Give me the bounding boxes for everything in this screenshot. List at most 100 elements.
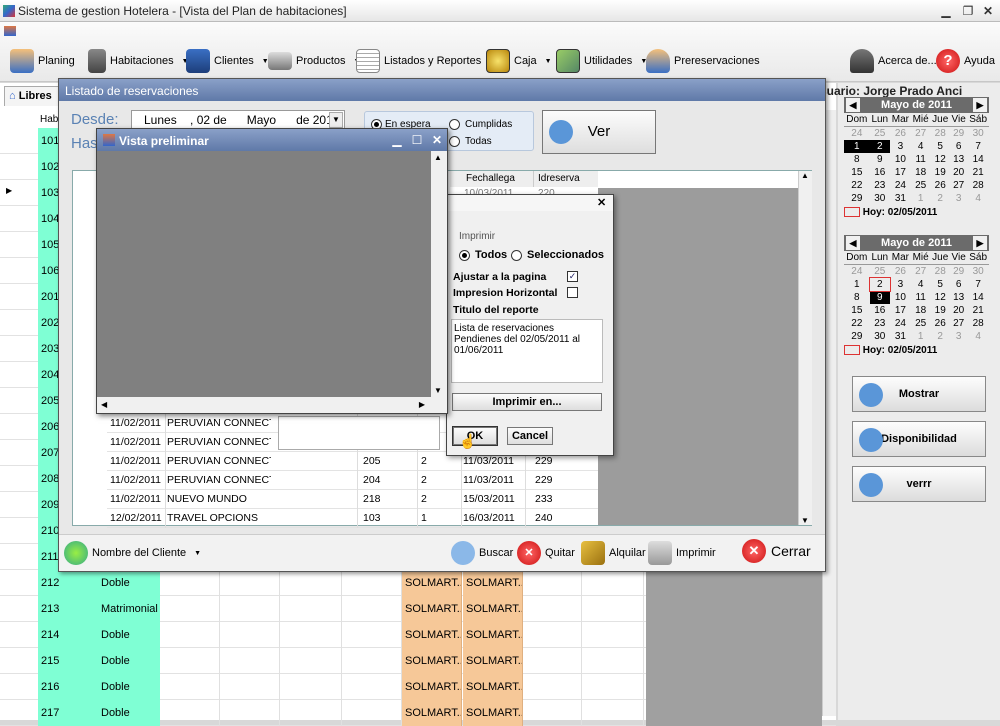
calendar-day[interactable]: 3 bbox=[890, 140, 911, 153]
radio-seleccionados[interactable]: Seleccionados bbox=[511, 249, 604, 261]
toolbar-utilidades[interactable]: Utilidades ▼ bbox=[556, 46, 647, 76]
plan-cell[interactable] bbox=[522, 700, 582, 726]
imprimir-button[interactable]: Imprimir bbox=[648, 541, 716, 565]
calendar-day[interactable]: 3 bbox=[950, 330, 967, 343]
reservation-cell[interactable]: SOLMART... bbox=[463, 570, 523, 596]
table-row[interactable]: 212 Doble SOLMART... SOLMART... bbox=[0, 570, 836, 596]
toolbar-planing[interactable]: Planing bbox=[10, 46, 75, 76]
plan-cell[interactable] bbox=[584, 648, 644, 674]
calendar-day[interactable]: 5 bbox=[930, 278, 950, 291]
close-icon[interactable]: ✕ bbox=[597, 196, 606, 209]
scroll-up-icon[interactable]: ▲ bbox=[434, 153, 442, 162]
plan-cell[interactable] bbox=[584, 596, 644, 622]
calendar-day[interactable]: 29 bbox=[844, 330, 870, 343]
tab-libres[interactable]: ⌂ Libres bbox=[4, 86, 60, 106]
calendar-day[interactable]: 26 bbox=[890, 127, 911, 141]
calendar-day[interactable]: 28 bbox=[967, 317, 989, 330]
toolbar-prereservaciones[interactable]: Prereservaciones bbox=[646, 46, 760, 76]
calendar-1[interactable]: ◀ Mayo de 2011 ▶ Dom Lun Mar Mié Jue Vie Sáb 24 25… bbox=[844, 97, 989, 218]
reservation-cell[interactable]: SOLMART... bbox=[463, 648, 523, 674]
quitar-button[interactable]: ✕ Quitar bbox=[517, 541, 575, 565]
calendar-day[interactable]: 15 bbox=[844, 304, 870, 317]
radio-todas[interactable]: Todas bbox=[449, 136, 492, 147]
calendar-day[interactable]: 17 bbox=[890, 166, 911, 179]
room-number[interactable]: 214 bbox=[38, 622, 98, 648]
calendar-day[interactable]: 7 bbox=[967, 140, 989, 153]
close-icon[interactable]: ✕ bbox=[978, 3, 998, 19]
table-row[interactable]: 214 Doble SOLMART... SOLMART... bbox=[0, 622, 836, 648]
calendar-day[interactable]: 12 bbox=[930, 291, 950, 304]
plan-cell[interactable] bbox=[160, 596, 220, 622]
calendar-day[interactable]: 14 bbox=[967, 153, 989, 166]
plan-cell[interactable] bbox=[160, 648, 220, 674]
reservation-cell[interactable]: SOLMART... bbox=[402, 622, 462, 648]
plan-cell[interactable] bbox=[522, 596, 582, 622]
calendar-day[interactable]: 23 bbox=[870, 179, 890, 192]
toolbar-habitaciones[interactable]: Habitaciones▼ bbox=[88, 46, 189, 76]
calendar-day[interactable]: 25 bbox=[870, 127, 890, 141]
calendar-day[interactable]: 28 bbox=[930, 127, 950, 141]
plan-cell[interactable] bbox=[584, 700, 644, 726]
cancel-button[interactable]: Cancel bbox=[507, 427, 553, 445]
calendar-day[interactable]: 30 bbox=[967, 265, 989, 279]
plan-cell[interactable] bbox=[584, 570, 644, 596]
ver-button[interactable]: Ver bbox=[542, 110, 656, 154]
table-row[interactable]: 12/02/2011 TRAVEL OPCIONS 103 1 16/03/2011 24… bbox=[107, 509, 598, 528]
calendar-day[interactable]: 30 bbox=[870, 330, 890, 343]
plan-cell[interactable] bbox=[220, 674, 280, 700]
calendar-day[interactable]: 17 bbox=[890, 304, 911, 317]
toolbar-ayuda[interactable]: ? Ayuda bbox=[936, 46, 995, 76]
column-header-idreserva[interactable]: Idreserva bbox=[534, 171, 598, 187]
filter-dropdown[interactable]: Nombre del Cliente ▼ bbox=[64, 541, 201, 565]
plan-cell[interactable] bbox=[342, 648, 402, 674]
minimize-icon[interactable]: ▁ bbox=[387, 132, 407, 148]
plan-cell[interactable] bbox=[522, 648, 582, 674]
calendar-day[interactable]: 26 bbox=[930, 179, 950, 192]
room-number[interactable]: 212 bbox=[38, 570, 98, 596]
calendar-day[interactable]: 26 bbox=[890, 265, 911, 279]
room-type[interactable]: Doble bbox=[98, 622, 160, 648]
calendar-day[interactable]: 15 bbox=[844, 166, 870, 179]
calendar-day[interactable]: 26 bbox=[930, 317, 950, 330]
radio-cumplidas[interactable]: Cumplidas bbox=[449, 119, 512, 130]
plan-cell[interactable] bbox=[160, 622, 220, 648]
room-type[interactable]: Doble bbox=[98, 700, 160, 726]
toolbar-productos[interactable]: Productos▼ bbox=[268, 46, 360, 76]
verrr-button[interactable]: verrr bbox=[852, 466, 986, 502]
plan-cell[interactable] bbox=[220, 622, 280, 648]
calendar-day[interactable]: 29 bbox=[844, 192, 870, 205]
room-type[interactable]: Doble bbox=[98, 648, 160, 674]
calendar-day[interactable]: 24 bbox=[844, 265, 870, 279]
maximize-icon[interactable]: ☐ bbox=[407, 132, 427, 148]
disponibilidad-button[interactable]: Disponibilidad bbox=[852, 421, 986, 457]
plan-cell[interactable] bbox=[282, 648, 342, 674]
plan-cell[interactable] bbox=[282, 622, 342, 648]
plan-cell[interactable] bbox=[160, 700, 220, 726]
calendar-day[interactable]: 16 bbox=[870, 166, 890, 179]
room-type[interactable]: Matrimonial bbox=[98, 596, 160, 622]
mostrar-button[interactable]: Mostrar bbox=[852, 376, 986, 412]
room-number[interactable]: 216 bbox=[38, 674, 98, 700]
plan-cell[interactable] bbox=[584, 622, 644, 648]
calendar-day[interactable]: 29 bbox=[950, 265, 967, 279]
toolbar-listados[interactable]: Listados y Reportes bbox=[356, 46, 481, 76]
plan-cell[interactable] bbox=[220, 570, 280, 596]
table-row[interactable]: 11/02/2011 NUEVO MUNDO 218 2 15/03/2011 233 bbox=[107, 490, 598, 509]
plan-cell[interactable] bbox=[342, 622, 402, 648]
scroll-down-icon[interactable]: ▼ bbox=[434, 386, 442, 395]
calendar-day[interactable]: 10 bbox=[890, 153, 911, 166]
calendar-2[interactable]: ◀ Mayo de 2011 ▶ Dom Lun Mar Mié Jue Vie Sáb 24 25… bbox=[844, 235, 989, 356]
calendar-day[interactable]: 6 bbox=[950, 140, 967, 153]
plan-cell[interactable] bbox=[160, 674, 220, 700]
table-row[interactable]: 215 Doble SOLMART... SOLMART... bbox=[0, 648, 836, 674]
calendar-day[interactable]: 27 bbox=[911, 127, 931, 141]
calendar-day[interactable]: 21 bbox=[967, 166, 989, 179]
plan-cell[interactable] bbox=[342, 570, 402, 596]
calendar-next-icon[interactable]: ▶ bbox=[973, 98, 987, 112]
room-number[interactable]: 215 bbox=[38, 648, 98, 674]
calendar-day[interactable]: 2 bbox=[930, 192, 950, 205]
calendar-day[interactable]: 1 bbox=[911, 330, 931, 343]
plan-cell[interactable] bbox=[584, 674, 644, 700]
buscar-button[interactable]: Buscar bbox=[451, 541, 513, 565]
calendar-day[interactable]: 8 bbox=[844, 153, 870, 166]
